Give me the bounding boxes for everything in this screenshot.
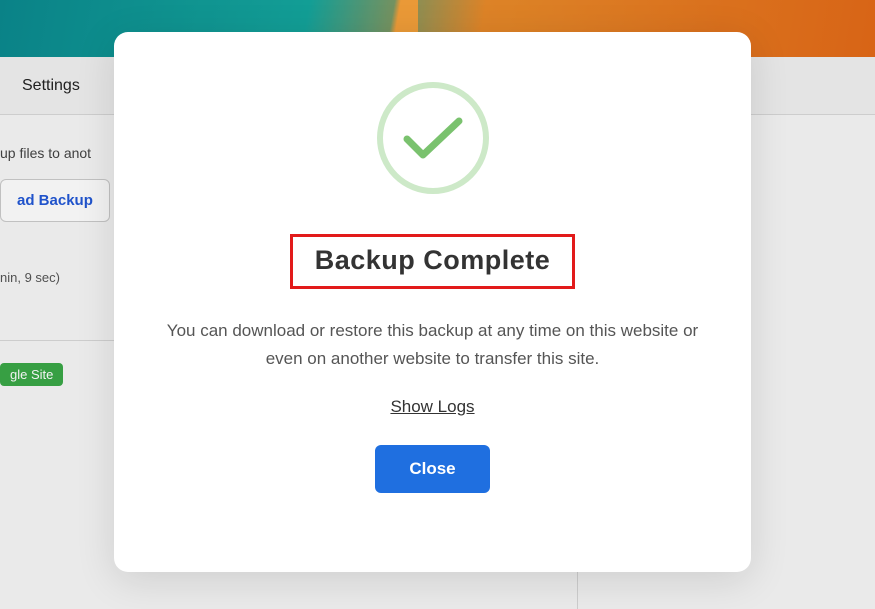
modal-title: Backup Complete xyxy=(315,245,551,276)
show-logs-link[interactable]: Show Logs xyxy=(390,397,474,417)
modal-body-text: You can download or restore this backup … xyxy=(158,317,708,373)
close-button[interactable]: Close xyxy=(375,445,489,493)
success-check-icon xyxy=(377,82,489,194)
modal-title-highlight: Backup Complete xyxy=(290,234,576,289)
backup-complete-modal: Backup Complete You can download or rest… xyxy=(114,32,751,572)
